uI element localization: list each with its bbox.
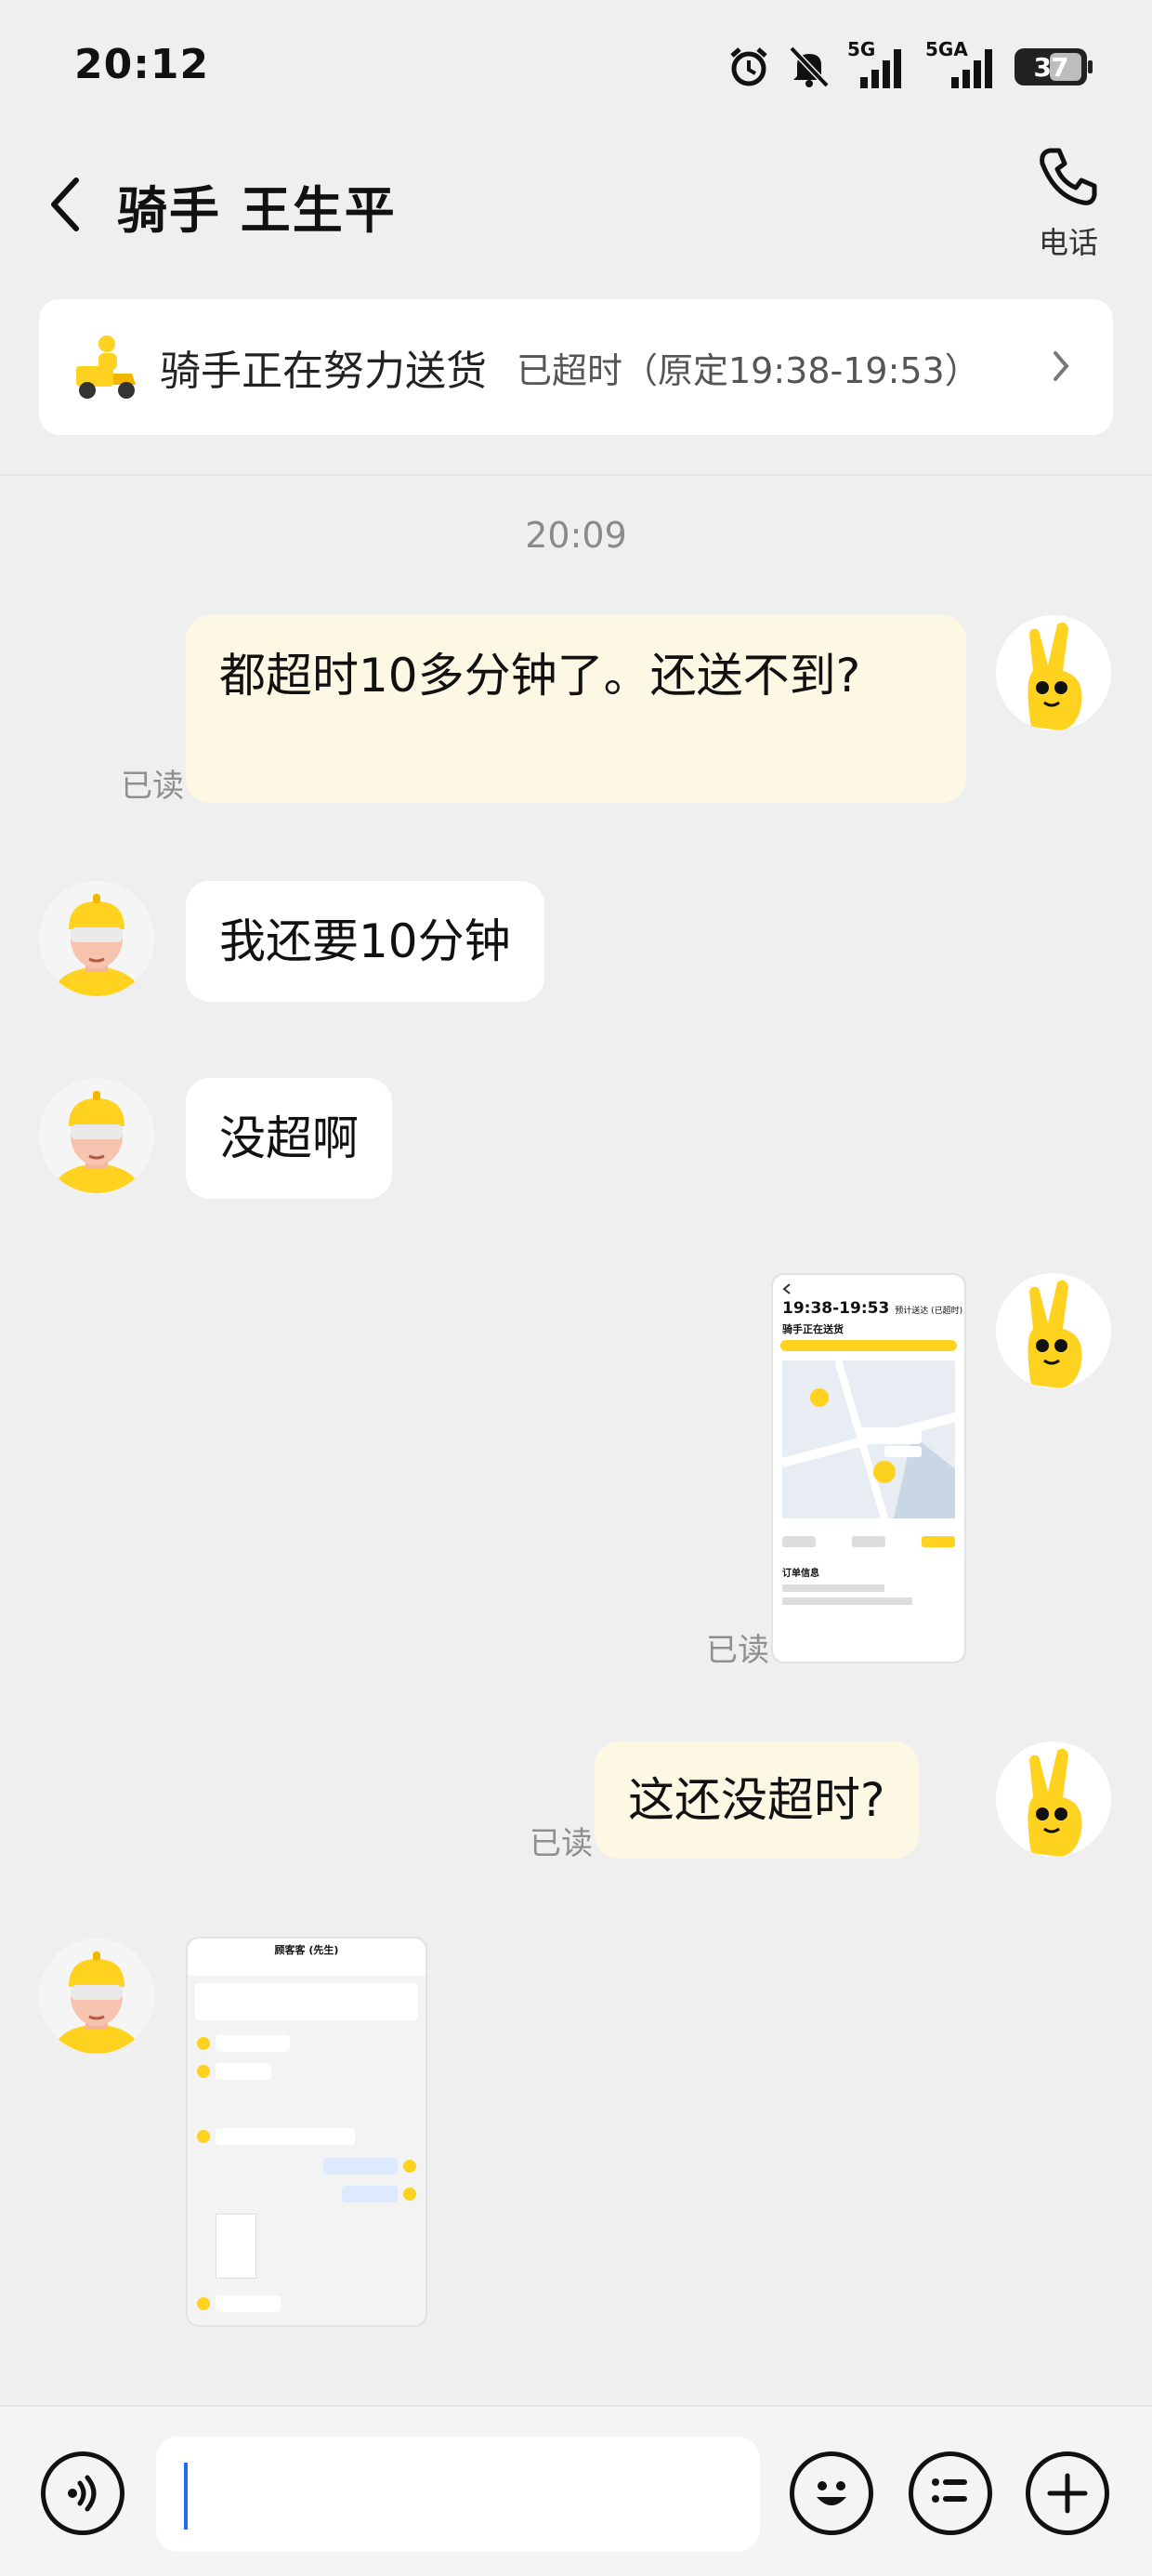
- my-avatar[interactable]: [996, 1741, 1111, 1857]
- voice-button[interactable]: [41, 2451, 124, 2535]
- list-icon: [932, 2478, 967, 2503]
- message-bubble-mine[interactable]: 都超时10多分钟了。还送不到?: [186, 615, 966, 803]
- message-input[interactable]: [156, 2437, 760, 2552]
- chevron-right-icon: [1054, 351, 1069, 381]
- chat-header: 骑手 王生平 电话: [0, 130, 1152, 279]
- read-receipt: 已读: [121, 768, 184, 805]
- read-receipt: 已读: [706, 1632, 769, 1669]
- delivery-status-card[interactable]: 骑手正在努力送货 已超时（原定19:38-19:53）: [39, 299, 1113, 435]
- emoji-button[interactable]: [790, 2451, 873, 2535]
- input-bar: [0, 2405, 1152, 2576]
- shot-eta-note: 预计送达 (已超时): [895, 1307, 963, 1316]
- chat-timestamp: 20:09: [525, 515, 627, 556]
- call-label: 电话: [1038, 225, 1098, 260]
- image-message-order-screenshot[interactable]: 19:38-19:53 预计送达 (已超时) 骑手正在送货 订单信息: [771, 1273, 966, 1663]
- rider-avatar[interactable]: [39, 1078, 154, 1193]
- call-button[interactable]: 电话: [1022, 145, 1115, 266]
- voice-icon: [68, 2475, 97, 2512]
- signal-5g-icon: 5G: [847, 38, 907, 90]
- message-bubble-mine[interactable]: 这还没超时?: [595, 1741, 919, 1859]
- chevron-left-icon: [51, 177, 79, 231]
- text-cursor: [184, 2463, 188, 2530]
- more-options-button[interactable]: [909, 2451, 992, 2535]
- my-avatar[interactable]: [996, 615, 1111, 730]
- battery-icon: 37: [1015, 48, 1093, 85]
- rider-avatar[interactable]: [39, 1939, 154, 2054]
- shot2-header: 顾客客 (先生): [188, 1939, 425, 1976]
- status-icons: 5G 5GA 37: [727, 38, 1093, 93]
- shot-status: 骑手正在送货: [782, 1323, 844, 1335]
- mute-bell-icon: [789, 46, 830, 88]
- clock: 20:12: [74, 41, 210, 88]
- shot-time-range: 19:38-19:53: [782, 1299, 890, 1318]
- delivery-status: 骑手正在努力送货: [160, 348, 487, 395]
- add-button[interactable]: [1026, 2451, 1109, 2535]
- rider-avatar[interactable]: [39, 881, 154, 996]
- image-message-chat-screenshot[interactable]: 顾客客 (先生): [186, 1937, 427, 2327]
- status-bar: 20:12 5G 5GA 37: [0, 0, 1152, 130]
- divider: [0, 474, 1152, 476]
- chevron-left-icon: [782, 1283, 791, 1295]
- shot-section-title: 订单信息: [782, 1569, 819, 1579]
- shot-map: [782, 1360, 955, 1518]
- smile-icon: [817, 2481, 846, 2505]
- message-bubble-rider[interactable]: 没超啊: [186, 1078, 392, 1199]
- phone-icon: [1040, 148, 1097, 205]
- delivery-overdue-detail: 已超时（原定19:38-19:53）: [517, 349, 980, 391]
- page-title: 骑手 王生平: [117, 181, 397, 240]
- plus-icon: [1047, 2473, 1088, 2514]
- message-bubble-rider[interactable]: 我还要10分钟: [186, 881, 544, 1002]
- my-avatar[interactable]: [996, 1273, 1111, 1388]
- signal-5ga-icon: 5GA: [923, 38, 998, 90]
- rider-scooter-icon: [76, 335, 136, 399]
- back-button[interactable]: [37, 167, 93, 242]
- read-receipt: 已读: [530, 1825, 593, 1862]
- alarm-icon: [730, 47, 767, 86]
